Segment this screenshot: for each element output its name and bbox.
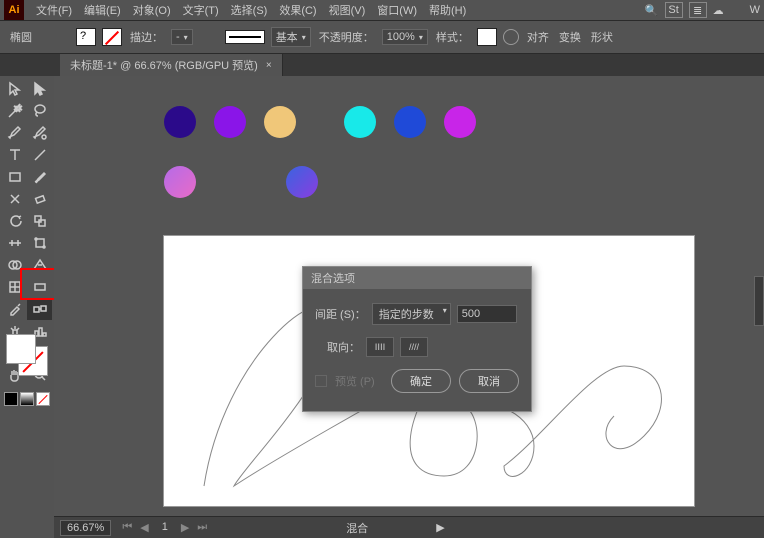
- magic-wand-tool[interactable]: [2, 100, 27, 122]
- menu-select[interactable]: 选择(S): [225, 2, 274, 18]
- options-bar: 椭圆 ? 描边： - 基本 不透明度： 100% 样式： 对齐 变换 形状: [0, 20, 764, 54]
- color-mode-gradient[interactable]: [20, 392, 34, 406]
- first-artboard-icon[interactable]: ⏮: [119, 521, 135, 534]
- direct-selection-tool[interactable]: [27, 78, 52, 100]
- menu-effect[interactable]: 效果(C): [273, 2, 322, 18]
- color-mode-none[interactable]: [36, 392, 50, 406]
- rotate-tool[interactable]: [2, 210, 27, 232]
- fill-color[interactable]: [6, 334, 36, 364]
- color-mode-solid[interactable]: [4, 392, 18, 406]
- status-chevron-icon[interactable]: ▶: [436, 521, 444, 534]
- color-circle: [164, 166, 196, 198]
- pen-tool[interactable]: [2, 122, 27, 144]
- color-circle: [264, 106, 296, 138]
- opacity-label: 不透明度：: [319, 29, 374, 45]
- free-transform-tool[interactable]: [27, 232, 52, 254]
- color-circle: [444, 106, 476, 138]
- dialog-title: 混合选项: [303, 267, 531, 289]
- graphic-style-swatch[interactable]: [477, 28, 497, 46]
- color-circle: [344, 106, 376, 138]
- color-well[interactable]: [2, 330, 52, 380]
- arrange-icon[interactable]: St: [665, 2, 683, 18]
- orient-align-page[interactable]: ⅠⅠⅠⅠ: [366, 337, 394, 357]
- color-circle: [214, 106, 246, 138]
- current-tool-label: 椭圆: [10, 29, 32, 45]
- tab-close-icon[interactable]: ×: [266, 60, 272, 71]
- tab-title: 未标题-1* @ 66.67% (RGB/GPU 预览): [70, 57, 258, 73]
- menu-bar: Ai 文件(F) 编辑(E) 对象(O) 文字(T) 选择(S) 效果(C) 视…: [0, 0, 764, 20]
- rectangle-tool[interactable]: [2, 166, 27, 188]
- last-artboard-icon[interactable]: ⏭: [194, 521, 210, 534]
- opacity-dropdown[interactable]: 100%: [382, 29, 428, 45]
- cloud-icon[interactable]: ☁: [713, 4, 724, 17]
- preview-label: 预览 (P): [335, 373, 375, 389]
- line-tool[interactable]: [27, 144, 52, 166]
- type-tool[interactable]: [2, 144, 27, 166]
- cancel-button[interactable]: 取消: [459, 369, 519, 393]
- orient-align-path[interactable]: ////: [400, 337, 428, 357]
- search-icon[interactable]: 🔍: [645, 4, 659, 17]
- align-btn[interactable]: 对齐: [527, 29, 549, 45]
- menu-file[interactable]: 文件(F): [30, 2, 78, 18]
- menu-view[interactable]: 视图(V): [323, 2, 372, 18]
- document-tab[interactable]: 未标题-1* @ 66.67% (RGB/GPU 预览) ×: [60, 54, 283, 76]
- paintbrush-tool[interactable]: [27, 166, 52, 188]
- lasso-tool[interactable]: [27, 100, 52, 122]
- menu-edit[interactable]: 编辑(E): [78, 2, 127, 18]
- status-bar: 66.67% ⏮ ◀ 1 ▶ ⏭ 混合 ▶: [54, 516, 764, 538]
- color-mode-row: [4, 392, 50, 406]
- stroke-weight-dropdown[interactable]: -: [171, 29, 193, 45]
- spacing-value-input[interactable]: [457, 305, 517, 323]
- stroke-label: 描边：: [130, 29, 163, 45]
- workspace-icon[interactable]: ≣: [689, 2, 707, 18]
- next-artboard-icon[interactable]: ▶: [178, 521, 192, 534]
- profile-dropdown[interactable]: 基本: [271, 27, 311, 47]
- blend-options-dialog: 混合选项 间距 (S)： 指定的步数 取向： ⅠⅠⅠⅠ //// 预览 (P) …: [302, 266, 532, 412]
- scale-tool[interactable]: [27, 210, 52, 232]
- eyedropper-tool[interactable]: [2, 298, 27, 320]
- color-circle: [286, 166, 318, 198]
- panel-toggle[interactable]: [754, 276, 764, 326]
- color-circle: [394, 106, 426, 138]
- ok-button[interactable]: 确定: [391, 369, 451, 393]
- shape-btn[interactable]: 形状: [591, 29, 613, 45]
- eraser-tool[interactable]: [27, 188, 52, 210]
- width-tool[interactable]: [2, 232, 27, 254]
- menu-help[interactable]: 帮助(H): [423, 2, 472, 18]
- app-logo: Ai: [4, 0, 24, 20]
- status-tool: 混合: [346, 520, 368, 536]
- zoom-level[interactable]: 66.67%: [60, 520, 111, 536]
- artboard-nav[interactable]: ⏮ ◀ 1 ▶ ⏭: [119, 521, 210, 534]
- transform-btn[interactable]: 变换: [559, 29, 581, 45]
- spacing-label: 间距 (S)：: [315, 306, 366, 322]
- fill-swatch[interactable]: ?: [76, 28, 96, 46]
- spacing-mode-select[interactable]: 指定的步数: [372, 303, 451, 325]
- orientation-label: 取向：: [315, 339, 360, 355]
- menu-object[interactable]: 对象(O): [127, 2, 177, 18]
- color-circle: [164, 106, 196, 138]
- preview-checkbox[interactable]: [315, 375, 327, 387]
- document-tab-bar: 未标题-1* @ 66.67% (RGB/GPU 预览) ×: [0, 54, 764, 76]
- menu-type[interactable]: 文字(T): [177, 2, 225, 18]
- curvature-tool[interactable]: [27, 122, 52, 144]
- artboard-number[interactable]: 1: [154, 521, 176, 534]
- recolor-icon[interactable]: [503, 29, 519, 45]
- selection-tool[interactable]: [2, 78, 27, 100]
- blend-tool[interactable]: [27, 298, 52, 320]
- prev-artboard-icon[interactable]: ◀: [137, 521, 151, 534]
- workspace-label: W: [750, 4, 760, 16]
- stroke-style-preview[interactable]: [225, 30, 265, 44]
- menu-window[interactable]: 窗口(W): [371, 2, 423, 18]
- style-label: 样式：: [436, 29, 469, 45]
- shaper-tool[interactable]: [2, 188, 27, 210]
- stroke-swatch[interactable]: [102, 28, 122, 46]
